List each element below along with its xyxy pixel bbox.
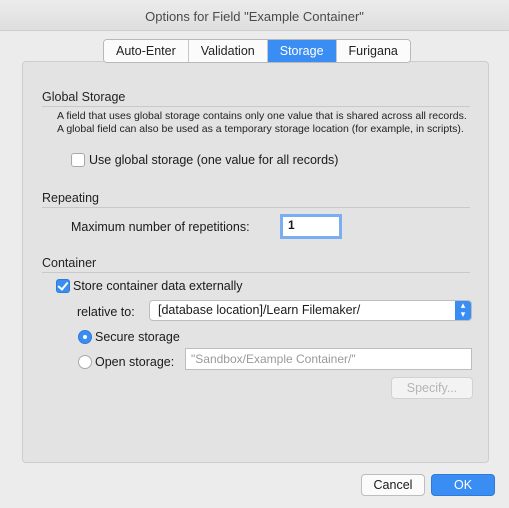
window-title: Options for Field "Example Container"	[145, 9, 364, 24]
section-divider	[42, 272, 470, 273]
chevron-updown-icon: ▴ ▾	[455, 301, 471, 320]
tab-storage[interactable]: Storage	[267, 40, 337, 62]
container-heading: Container	[42, 256, 97, 270]
secure-storage-label[interactable]: Secure storage	[95, 330, 180, 344]
open-storage-radio[interactable]	[78, 355, 92, 369]
cancel-button[interactable]: Cancel	[361, 474, 425, 496]
global-storage-checkbox[interactable]	[71, 153, 85, 167]
title-bar: Options for Field "Example Container"	[0, 0, 509, 31]
tab-auto-enter[interactable]: Auto-Enter	[104, 40, 189, 62]
tab-validation[interactable]: Validation	[188, 40, 268, 62]
relative-to-label: relative to:	[77, 305, 135, 319]
specify-button[interactable]: Specify...	[391, 377, 473, 399]
store-externally-checkbox[interactable]	[56, 279, 70, 293]
global-storage-heading: Global Storage	[42, 90, 126, 104]
global-storage-description: A field that uses global storage contain…	[57, 110, 467, 135]
open-storage-path-input[interactable]: "Sandbox/Example Container/"	[185, 348, 472, 370]
tab-furigana[interactable]: Furigana	[336, 40, 410, 62]
store-externally-label[interactable]: Store container data externally	[73, 279, 243, 293]
tab-bar: Auto-Enter Validation Storage Furigana	[103, 39, 411, 63]
section-divider	[42, 207, 470, 208]
repeating-heading: Repeating	[42, 191, 99, 205]
max-repetitions-input[interactable]: 1	[280, 214, 342, 239]
global-storage-checkbox-label[interactable]: Use global storage (one value for all re…	[89, 153, 338, 167]
max-repetitions-label: Maximum number of repetitions:	[71, 220, 250, 234]
secure-storage-radio[interactable]	[78, 330, 92, 344]
open-storage-label[interactable]: Open storage:	[95, 355, 174, 369]
relative-to-value: [database location]/Learn Filemaker/	[158, 303, 361, 317]
ok-button[interactable]: OK	[431, 474, 495, 496]
relative-to-select[interactable]: [database location]/Learn Filemaker/ ▴ ▾	[149, 300, 472, 321]
section-divider	[42, 106, 470, 107]
